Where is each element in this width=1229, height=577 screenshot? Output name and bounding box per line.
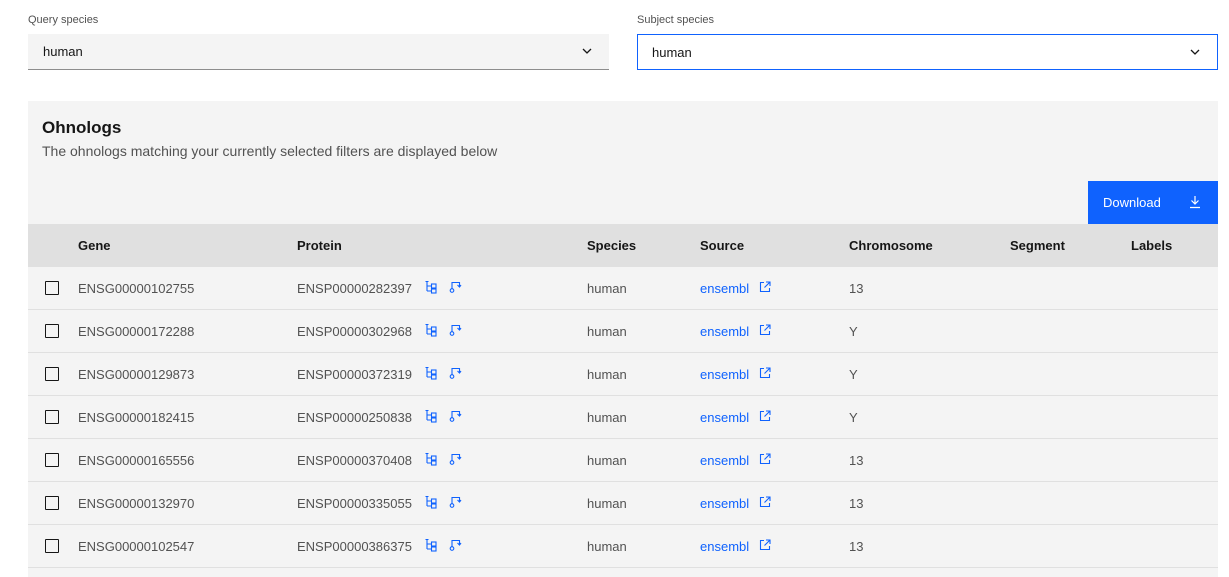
chevron-down-icon — [1190, 49, 1200, 55]
tree-view-icon[interactable] — [424, 495, 438, 509]
protein-id: ENSP00000250838 — [297, 410, 412, 425]
species-value: human — [587, 281, 627, 296]
structure-view-icon[interactable] — [448, 452, 462, 466]
species-value: human — [587, 324, 627, 339]
species-value: human — [587, 367, 627, 382]
protein-id: ENSP00000386375 — [297, 539, 412, 554]
source-link[interactable]: ensembl — [700, 310, 749, 353]
tree-view-icon[interactable] — [424, 452, 438, 466]
external-link-icon[interactable] — [758, 538, 772, 552]
source-link[interactable]: ensembl — [700, 482, 749, 525]
species-value: human — [587, 410, 627, 425]
tree-view-icon[interactable] — [424, 409, 438, 423]
source-link[interactable]: ensembl — [700, 267, 749, 310]
table-row: ENSG00000182415 ENSP00000250838 human en… — [28, 396, 1218, 439]
row-checkbox[interactable] — [45, 410, 59, 424]
external-link-icon[interactable] — [758, 280, 772, 294]
header-protein[interactable]: Protein — [297, 224, 342, 267]
structure-view-icon[interactable] — [448, 495, 462, 509]
subject-species-label: Subject species — [637, 14, 715, 26]
gene-id: ENSG00000102755 — [78, 281, 195, 296]
query-species-label: Query species — [28, 14, 99, 26]
gene-id: ENSG00000129873 — [78, 367, 195, 382]
tree-view-icon[interactable] — [424, 538, 438, 552]
row-checkbox[interactable] — [45, 496, 59, 510]
ohnologs-panel: Ohnologs The ohnologs matching your curr… — [28, 101, 1218, 577]
structure-view-icon[interactable] — [448, 366, 462, 380]
chromosome-value: Y — [849, 324, 858, 339]
query-species-value: human — [43, 44, 83, 59]
tree-view-icon[interactable] — [424, 366, 438, 380]
protein-id: ENSP00000335055 — [297, 496, 412, 511]
protein-id: ENSP00000282397 — [297, 281, 412, 296]
panel-title: Ohnologs — [42, 118, 122, 137]
header-chromosome[interactable]: Chromosome — [849, 224, 933, 267]
table-header: Gene Protein Species Source Chromosome S… — [28, 224, 1218, 267]
chromosome-value: Y — [849, 410, 858, 425]
header-gene[interactable]: Gene — [78, 224, 111, 267]
protein-id: ENSP00000370408 — [297, 453, 412, 468]
source-link[interactable]: ensembl — [700, 353, 749, 396]
chevron-down-icon — [582, 48, 592, 54]
header-labels[interactable]: Labels — [1131, 224, 1172, 267]
external-link-icon[interactable] — [758, 323, 772, 337]
query-species-select[interactable]: human — [28, 34, 609, 70]
gene-id: ENSG00000182415 — [78, 410, 195, 425]
table-row: ENSG00000165556 ENSP00000370408 human en… — [28, 439, 1218, 482]
species-value: human — [587, 496, 627, 511]
table-row: ENSG00000102547 ENSP00000386375 human en… — [28, 525, 1218, 568]
table-row: ENSG00000129873 ENSP00000372319 human en… — [28, 353, 1218, 396]
external-link-icon[interactable] — [758, 366, 772, 380]
external-link-icon[interactable] — [758, 495, 772, 509]
table-row: ENSG00000172288 ENSP00000302968 human en… — [28, 310, 1218, 353]
row-checkbox[interactable] — [45, 539, 59, 553]
structure-view-icon[interactable] — [448, 409, 462, 423]
row-checkbox[interactable] — [45, 324, 59, 338]
structure-view-icon[interactable] — [448, 538, 462, 552]
row-checkbox[interactable] — [45, 281, 59, 295]
panel-description: The ohnologs matching your currently sel… — [42, 143, 498, 159]
header-segment[interactable]: Segment — [1010, 224, 1065, 267]
gene-id: ENSG00000132970 — [78, 496, 195, 511]
table-row: ENSG00000132970 ENSP00000335055 human en… — [28, 482, 1218, 525]
chromosome-value: 13 — [849, 496, 864, 511]
row-checkbox[interactable] — [45, 367, 59, 381]
structure-view-icon[interactable] — [448, 280, 462, 294]
source-link[interactable]: ensembl — [700, 439, 749, 482]
gene-id: ENSG00000165556 — [78, 453, 195, 468]
chromosome-value: 13 — [849, 453, 864, 468]
protein-id: ENSP00000302968 — [297, 324, 412, 339]
tree-view-icon[interactable] — [424, 280, 438, 294]
tree-view-icon[interactable] — [424, 323, 438, 337]
header-species[interactable]: Species — [587, 224, 636, 267]
gene-id: ENSG00000102547 — [78, 539, 195, 554]
gene-id: ENSG00000172288 — [78, 324, 195, 339]
row-checkbox[interactable] — [45, 453, 59, 467]
download-button[interactable]: Download — [1088, 181, 1218, 224]
species-value: human — [587, 453, 627, 468]
download-icon — [1190, 196, 1200, 209]
download-button-label: Download — [1103, 195, 1161, 210]
chromosome-value: Y — [849, 367, 858, 382]
structure-view-icon[interactable] — [448, 323, 462, 337]
protein-id: ENSP00000372319 — [297, 367, 412, 382]
subject-species-value: human — [652, 44, 692, 60]
source-link[interactable]: ensembl — [700, 396, 749, 439]
chromosome-value: 13 — [849, 539, 864, 554]
table-row: ENSG00000102755 ENSP00000282397 human en… — [28, 267, 1218, 310]
source-link[interactable]: ensembl — [700, 525, 749, 568]
chromosome-value: 13 — [849, 281, 864, 296]
species-value: human — [587, 539, 627, 554]
header-source[interactable]: Source — [700, 224, 744, 267]
external-link-icon[interactable] — [758, 452, 772, 466]
external-link-icon[interactable] — [758, 409, 772, 423]
subject-species-select[interactable]: human — [637, 34, 1218, 70]
